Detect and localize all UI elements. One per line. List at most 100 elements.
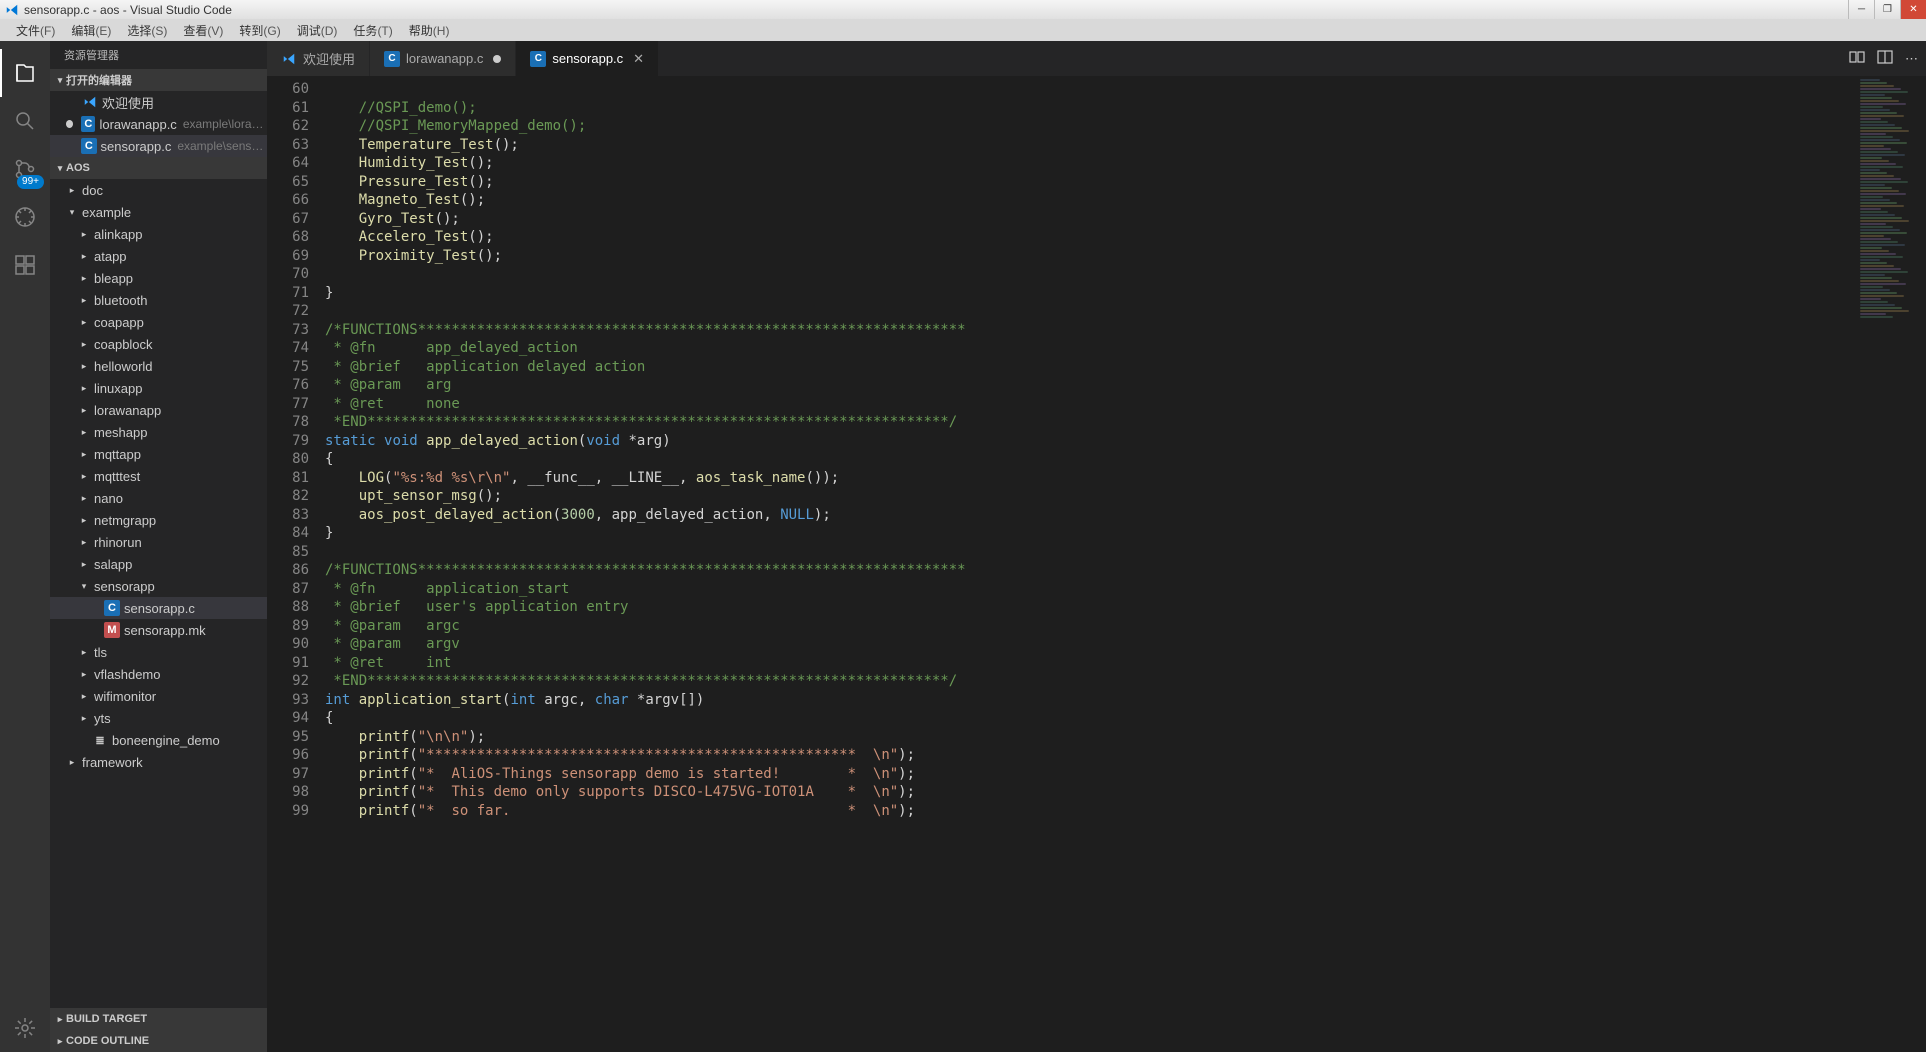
c-file-icon: C xyxy=(104,600,120,616)
tree-item[interactable]: salapp xyxy=(50,553,267,575)
tree-item[interactable]: mqtttest xyxy=(50,465,267,487)
twisty-icon xyxy=(78,647,90,658)
tree-item[interactable]: example xyxy=(50,201,267,223)
tree-item-label: salapp xyxy=(94,557,132,572)
project-header[interactable]: ▾ AOS xyxy=(50,157,267,179)
c-file-icon: C xyxy=(530,51,546,67)
twisty-icon xyxy=(78,405,90,416)
c-file-icon: C xyxy=(81,138,96,154)
tree-item[interactable]: framework xyxy=(50,751,267,773)
open-editors-header-label: 打开的编辑器 xyxy=(66,72,132,88)
tree-item[interactable]: wifimonitor xyxy=(50,685,267,707)
editor-tab[interactable]: Clorawanapp.c xyxy=(370,41,516,76)
twisty-icon xyxy=(66,757,78,768)
tree-item[interactable]: vflashdemo xyxy=(50,663,267,685)
split-editor-icon[interactable] xyxy=(1877,49,1893,68)
tree-item[interactable]: bluetooth xyxy=(50,289,267,311)
twisty-icon xyxy=(78,273,90,284)
activity-extensions[interactable] xyxy=(0,241,50,289)
open-editors-header[interactable]: ▾ 打开的编辑器 xyxy=(50,69,267,91)
menu-编辑[interactable]: 编辑(E) xyxy=(63,20,119,41)
twisty-icon xyxy=(78,713,90,724)
menu-帮助[interactable]: 帮助(H) xyxy=(401,20,458,41)
tree-item[interactable]: sensorapp xyxy=(50,575,267,597)
tree-item-label: bluetooth xyxy=(94,293,148,308)
line-gutter: 6061626364656667686970717273747576777879… xyxy=(267,76,325,1052)
tree-item-label: sensorapp.c xyxy=(124,601,195,616)
open-editor-item[interactable]: Clorawanapp.cexample\lorawa... xyxy=(50,113,267,135)
tab-close-icon[interactable]: ✕ xyxy=(633,51,644,67)
twisty-icon xyxy=(78,339,90,350)
vscode-icon xyxy=(281,51,297,67)
tree-item[interactable]: meshapp xyxy=(50,421,267,443)
tree-item[interactable]: atapp xyxy=(50,245,267,267)
activity-search[interactable] xyxy=(0,97,50,145)
tab-label: lorawanapp.c xyxy=(406,51,483,66)
activity-scm[interactable]: 99+ xyxy=(0,145,50,193)
menu-文件[interactable]: 文件(F) xyxy=(8,20,63,41)
twisty-icon xyxy=(78,427,90,438)
twisty-icon xyxy=(78,317,90,328)
dirty-indicator xyxy=(66,120,73,128)
twisty-icon xyxy=(78,295,90,306)
activity-explorer[interactable] xyxy=(0,49,50,97)
tree-item[interactable]: bleapp xyxy=(50,267,267,289)
tree-item[interactable]: Csensorapp.c xyxy=(50,597,267,619)
menu-调试[interactable]: 调试(D) xyxy=(289,20,346,41)
tree-item[interactable]: tls xyxy=(50,641,267,663)
list-icon: ≣ xyxy=(92,732,108,748)
tree-item-label: coapblock xyxy=(94,337,153,352)
open-editor-item[interactable]: Csensorapp.cexample\sensor... xyxy=(50,135,267,157)
maximize-button[interactable]: ❐ xyxy=(1874,0,1900,19)
open-editor-detail: example\lorawa... xyxy=(183,117,267,131)
tree-item-label: tls xyxy=(94,645,107,660)
tree-item[interactable]: yts xyxy=(50,707,267,729)
activity-settings[interactable] xyxy=(0,1004,50,1052)
twisty-icon xyxy=(78,581,90,592)
close-button[interactable]: ✕ xyxy=(1900,0,1926,19)
tree-item-label: boneengine_demo xyxy=(112,733,220,748)
editor-tab[interactable]: 欢迎使用 xyxy=(267,41,370,76)
editor-tab[interactable]: Csensorapp.c✕ xyxy=(516,41,659,76)
minimap[interactable] xyxy=(1860,79,1912,1052)
open-editor-item[interactable]: 欢迎使用 xyxy=(50,91,267,113)
tree-item[interactable]: Msensorapp.mk xyxy=(50,619,267,641)
file-tree[interactable]: docexamplealinkappatapp bleapp bluetooth co… xyxy=(50,179,267,1008)
tree-item[interactable]: coapblock xyxy=(50,333,267,355)
minimize-button[interactable]: ─ xyxy=(1848,0,1874,19)
tree-item[interactable]: nano xyxy=(50,487,267,509)
menu-查看[interactable]: 查看(V) xyxy=(175,20,231,41)
tree-item-label: netmgrapp xyxy=(94,513,156,528)
tree-item[interactable]: helloworld xyxy=(50,355,267,377)
tree-item[interactable]: lorawanapp xyxy=(50,399,267,421)
tab-label: 欢迎使用 xyxy=(303,49,355,68)
tree-item[interactable]: netmgrapp xyxy=(50,509,267,531)
c-file-icon: C xyxy=(81,116,95,132)
tree-item[interactable]: alinkapp xyxy=(50,223,267,245)
activity-debug[interactable] xyxy=(0,193,50,241)
editor-body[interactable]: 6061626364656667686970717273747576777879… xyxy=(267,76,1926,1052)
menu-转到[interactable]: 转到(G) xyxy=(231,20,288,41)
menu-任务[interactable]: 任务(T) xyxy=(345,20,400,41)
dirty-indicator xyxy=(493,55,501,63)
menu-选择[interactable]: 选择(S) xyxy=(119,20,175,41)
tree-item[interactable]: ≣ boneengine_demo xyxy=(50,729,267,751)
make-file-icon: M xyxy=(104,622,120,638)
tree-item[interactable]: doc xyxy=(50,179,267,201)
twisty-icon xyxy=(66,207,78,218)
open-editors-list: 欢迎使用Clorawanapp.cexample\lorawa...Csenso… xyxy=(50,91,267,157)
more-actions-icon[interactable]: ⋯ xyxy=(1905,51,1918,67)
section-header[interactable]: ▸CODE OUTLINE xyxy=(50,1030,267,1052)
tree-item-label: linuxapp xyxy=(94,381,142,396)
tree-item[interactable]: mqttapp xyxy=(50,443,267,465)
tree-item[interactable]: coapapp xyxy=(50,311,267,333)
tree-item[interactable]: linuxapp xyxy=(50,377,267,399)
code-area[interactable]: //QSPI_demo(); //QSPI_MemoryMapped_demo(… xyxy=(325,76,1926,1052)
tree-item[interactable]: rhinorun xyxy=(50,531,267,553)
compare-icon[interactable] xyxy=(1849,49,1865,68)
tabs-row: 欢迎使用Clorawanapp.cCsensorapp.c✕ ⋯ xyxy=(267,41,1926,76)
twisty-icon xyxy=(66,185,78,196)
tree-item-label: bleapp xyxy=(94,271,133,286)
section-header[interactable]: ▸BUILD TARGET xyxy=(50,1008,267,1030)
tree-item-label: mqtttest xyxy=(94,469,140,484)
